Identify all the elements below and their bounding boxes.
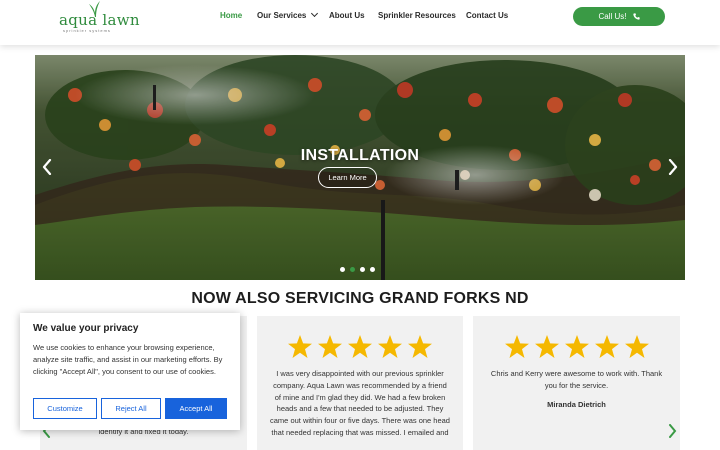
slider-dots [340, 267, 375, 272]
slider-prev-arrow-icon[interactable] [41, 159, 53, 175]
star-icon [564, 335, 589, 358]
call-us-button[interactable]: Call Us! [573, 7, 665, 26]
hero-title: INSTALLATION [300, 147, 420, 164]
testimonial-card: I was very disappointed with our previou… [257, 316, 463, 450]
nav-about-us[interactable]: About Us [329, 11, 365, 20]
testimonial-quote: Chris and Kerry were awesome to work wit… [490, 369, 663, 390]
slider-dot-1[interactable] [340, 267, 345, 272]
nav-sprinkler-resources[interactable]: Sprinkler Resources [378, 11, 456, 20]
testimonial-quote: I was very disappointed with our previou… [270, 369, 450, 437]
star-icon [318, 335, 342, 358]
slider-dot-2[interactable] [350, 267, 355, 272]
nav-home[interactable]: Home [220, 11, 242, 20]
cookie-consent-banner: We value your privacy We use cookies to … [20, 313, 240, 430]
star-icon [534, 335, 559, 358]
call-us-label: Call Us! [598, 12, 627, 21]
cookie-text: We use cookies to enhance your browsing … [33, 343, 223, 376]
nav-our-services[interactable]: Our Services [257, 9, 319, 20]
phone-icon [632, 13, 640, 20]
star-icon [348, 335, 372, 358]
star-icon [378, 335, 402, 358]
star-icon [504, 335, 529, 358]
star-rating [473, 334, 680, 359]
hero-slider: INSTALLATION Learn More [35, 55, 685, 280]
logo-tagline: sprinkler systems [63, 28, 111, 33]
accept-all-button[interactable]: Accept All [165, 398, 227, 419]
chevron-down-icon [311, 9, 319, 18]
cookie-title: We value your privacy [33, 323, 139, 334]
slider-dot-3[interactable] [360, 267, 365, 272]
reject-all-button[interactable]: Reject All [101, 398, 161, 419]
slider-dot-4[interactable] [370, 267, 375, 272]
testimonial-author: Miranda Dietrich [547, 400, 606, 409]
testimonial-card: Chris and Kerry were awesome to work wit… [473, 316, 680, 450]
star-rating [257, 334, 463, 359]
star-icon [594, 335, 619, 358]
customize-button[interactable]: Customize [33, 398, 97, 419]
nav-contact-us[interactable]: Contact Us [466, 11, 508, 20]
slider-next-arrow-icon[interactable] [667, 159, 679, 175]
site-header: aqua lawn sprinkler systems Home Our Ser… [0, 0, 720, 45]
learn-more-button[interactable]: Learn More [318, 167, 377, 188]
star-icon [624, 335, 649, 358]
nav-our-services-label: Our Services [257, 11, 307, 20]
star-icon [288, 335, 312, 358]
star-icon [408, 335, 432, 358]
testimonial-next-arrow-icon[interactable] [668, 424, 677, 438]
section-heading: NOW ALSO SERVICING GRAND FORKS ND [191, 290, 529, 307]
